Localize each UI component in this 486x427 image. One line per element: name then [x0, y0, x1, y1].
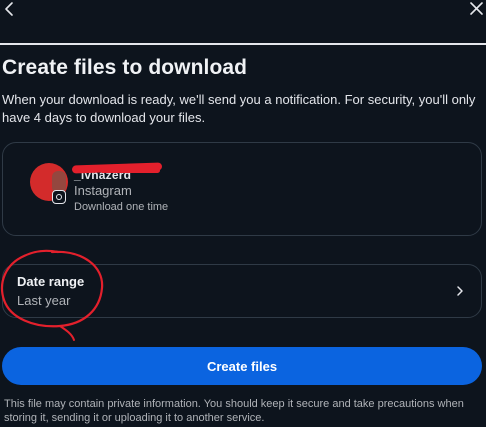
back-icon[interactable]: [2, 0, 16, 18]
close-icon[interactable]: [468, 0, 484, 18]
redaction-mark: [100, 168, 160, 173]
account-platform: Instagram: [74, 183, 132, 198]
progress-indicator: [0, 43, 486, 45]
page-description: When your download is ready, we'll send …: [2, 92, 476, 125]
privacy-note: This file may contain private informatio…: [4, 398, 464, 424]
date-range-value: Last year: [17, 293, 71, 308]
create-files-dialog: Create files to download When your downl…: [0, 0, 486, 427]
page-title: Create files to download: [2, 56, 248, 79]
chevron-right-icon: [457, 286, 463, 296]
date-range-label: Date range: [17, 274, 85, 289]
instagram-icon: [52, 190, 66, 204]
create-files-button[interactable]: Create files: [2, 347, 482, 385]
download-frequency: Download one time: [74, 201, 169, 213]
date-range-selector[interactable]: [2, 264, 482, 318]
